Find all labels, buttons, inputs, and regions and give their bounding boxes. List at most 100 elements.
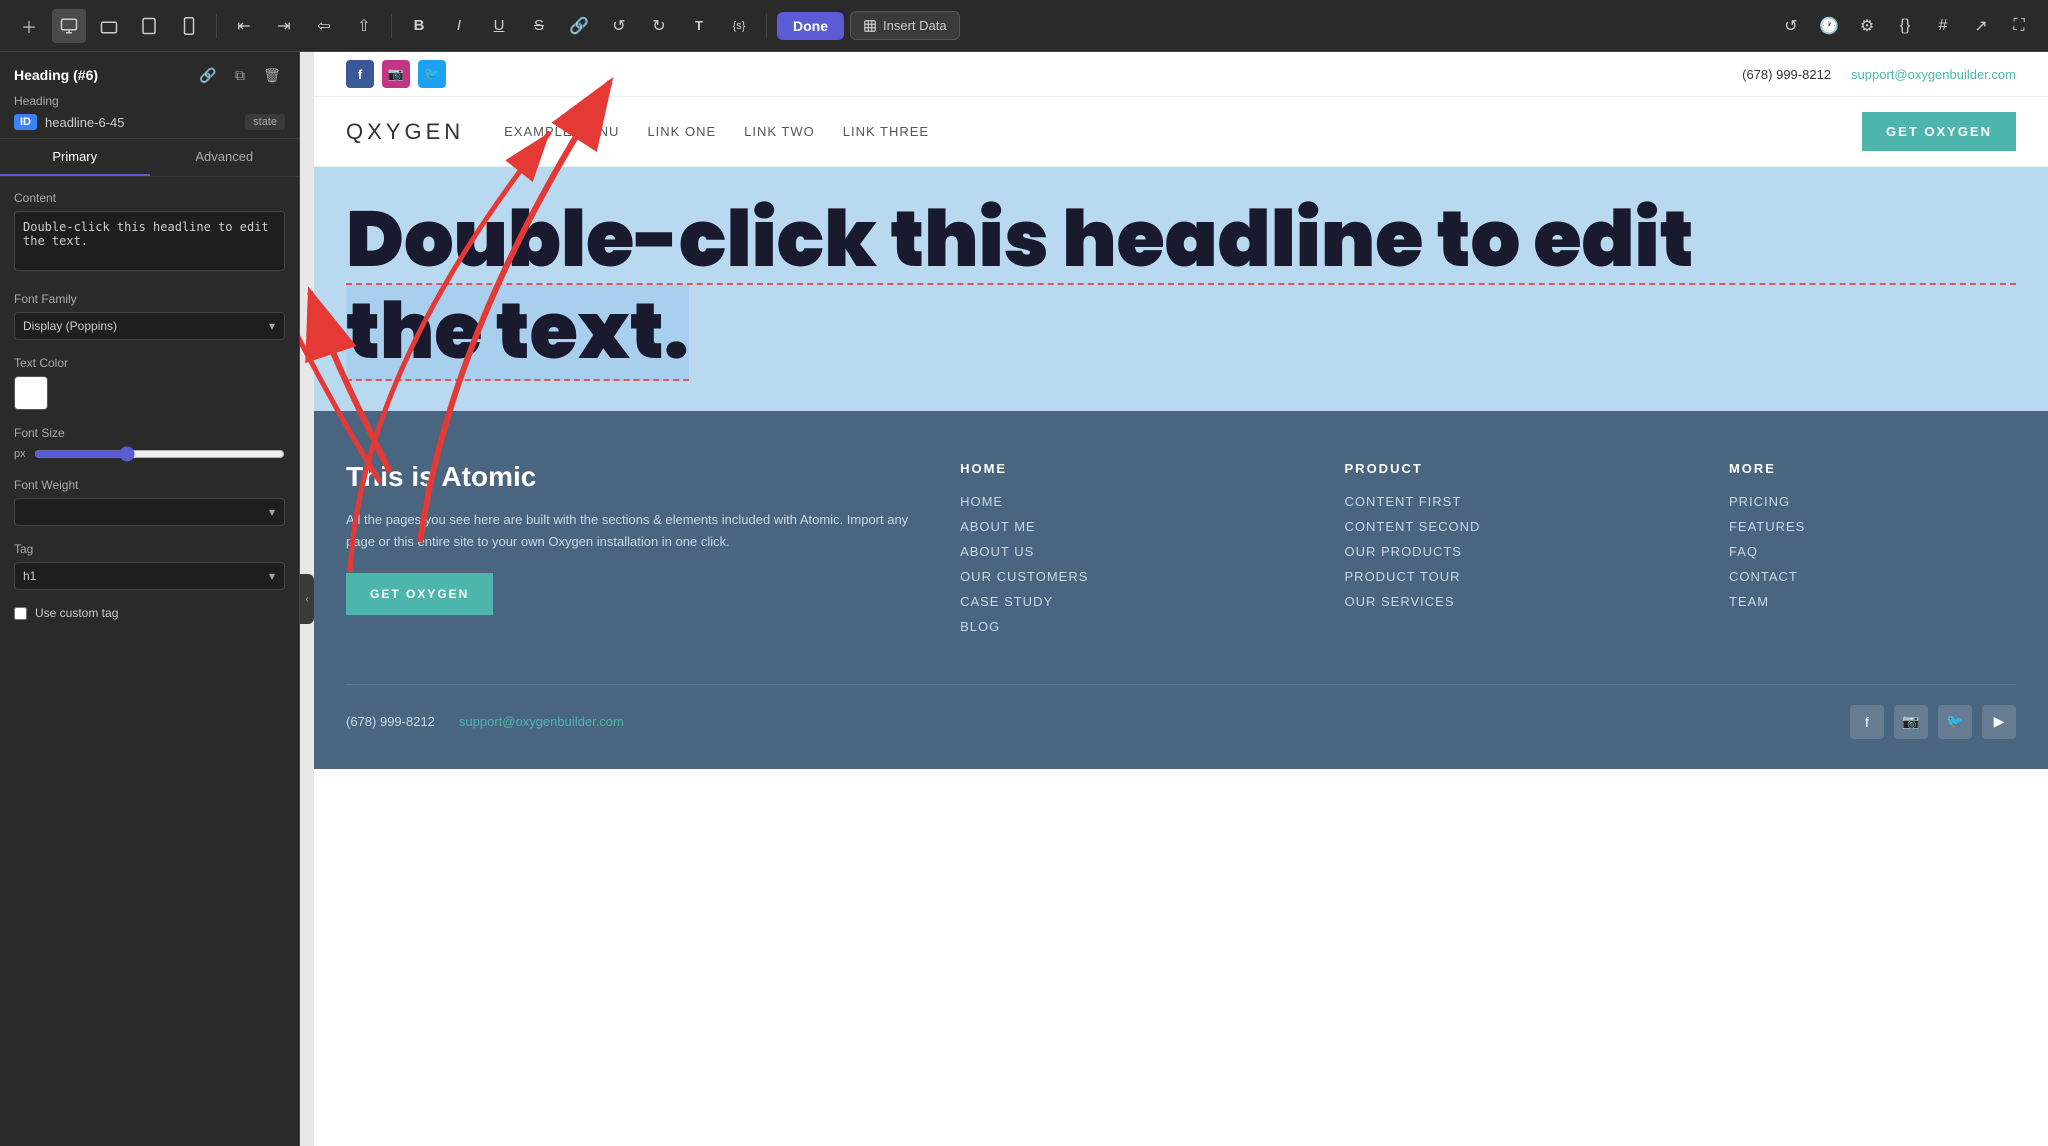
tablet-landscape-button[interactable] [92, 9, 126, 43]
main-headline[interactable]: Double-click this headline to edit the t… [346, 197, 2016, 381]
grid-button[interactable]: # [1926, 9, 1960, 43]
add-button[interactable]: ＋ [12, 9, 46, 43]
nav-link-two[interactable]: LINK TWO [744, 124, 815, 139]
id-badge: ID [14, 114, 37, 130]
custom-tag-checkbox[interactable] [14, 607, 27, 620]
facebook-icon[interactable]: f [346, 60, 374, 88]
main-layout: Heading (#6) 🔗 ⧉ 🗑 Heading ID headline-6… [0, 52, 2048, 1146]
nav-link-one[interactable]: LINK ONE [647, 124, 716, 139]
code-button[interactable]: {s} [722, 9, 756, 43]
nav-links: EXAMPLE MENU LINK ONE LINK TWO LINK THRE… [504, 124, 1862, 139]
topbar-phone: (678) 999-8212 [1742, 67, 1831, 82]
tab-primary[interactable]: Primary [0, 139, 150, 176]
tab-advanced[interactable]: Advanced [150, 139, 300, 176]
clock-button[interactable]: 🕐 [1812, 9, 1846, 43]
export-button[interactable]: ↗ [1964, 9, 1998, 43]
instagram-icon[interactable]: 📷 [382, 60, 410, 88]
panel-title: Heading (#6) [14, 67, 98, 83]
settings-button[interactable]: ⚙ [1850, 9, 1884, 43]
link-icon-btn[interactable]: 🔗 [195, 62, 221, 88]
text-color-group: Text Color [14, 356, 285, 410]
underline-button[interactable]: U [482, 9, 516, 43]
custom-tag-label: Use custom tag [35, 606, 118, 620]
footer-col1-title: HOME [960, 461, 1304, 476]
footer-link-faq[interactable]: FAQ [1729, 544, 2016, 559]
redo-button[interactable]: ↻ [642, 9, 676, 43]
footer-phone: (678) 999-8212 [346, 714, 435, 729]
website-preview: f 📷 🐦 (678) 999-8212 support@oxygenbuild… [314, 52, 2048, 1146]
footer-link-contact[interactable]: CONTACT [1729, 569, 2016, 584]
custom-tag-group: Use custom tag [14, 606, 285, 620]
typography-button[interactable]: T [682, 9, 716, 43]
align-center-button[interactable]: ⇥ [267, 9, 301, 43]
mobile-button[interactable] [172, 9, 206, 43]
footer-link-our-products[interactable]: OUR PRODUCTS [1345, 544, 1689, 559]
footer-link-customers[interactable]: OUR CUSTOMERS [960, 569, 1304, 584]
copy-icon-btn[interactable]: ⧉ [227, 62, 253, 88]
footer-link-about-us[interactable]: ABOUT US [960, 544, 1304, 559]
content-textarea[interactable]: Double-click this headline to edit the t… [14, 211, 285, 271]
footer-link-home[interactable]: HOME [960, 494, 1304, 509]
expand-button[interactable]: ⛶ [2002, 9, 2036, 43]
bold-button[interactable]: B [402, 9, 436, 43]
nav-link-example[interactable]: EXAMPLE MENU [504, 124, 619, 139]
canvas-area: ‹ f 📷 🐦 (678) 999-8212 support@oxygenbui… [300, 52, 2048, 1146]
font-weight-label: Font Weight [14, 478, 285, 492]
align-justify-button[interactable]: ⇧ [347, 9, 381, 43]
collapse-handle[interactable]: ‹ [300, 574, 314, 624]
footer-link-case-study[interactable]: CASE STUDY [960, 594, 1304, 609]
site-topbar: f 📷 🐦 (678) 999-8212 support@oxygenbuild… [314, 52, 2048, 97]
twitter-icon[interactable]: 🐦 [418, 60, 446, 88]
footer-link-blog[interactable]: BLOG [960, 619, 1304, 634]
undo-button[interactable]: ↺ [602, 9, 636, 43]
tag-select[interactable]: h1 [14, 562, 285, 590]
text-color-swatch[interactable] [14, 376, 48, 410]
footer-col-product: PRODUCT CONTENT FIRST CONTENT SECOND OUR… [1345, 461, 1689, 644]
insert-data-button[interactable]: Insert Data [850, 11, 960, 40]
footer-link-features[interactable]: FEATURES [1729, 519, 2016, 534]
strikethrough-button[interactable]: S [522, 9, 556, 43]
delete-icon-btn[interactable]: 🗑 [259, 62, 285, 88]
nav-link-three[interactable]: LINK THREE [843, 124, 929, 139]
history-button[interactable]: ↺ [1774, 9, 1808, 43]
link-button[interactable]: 🔗 [562, 9, 596, 43]
footer-youtube-icon[interactable]: ▶ [1982, 705, 2016, 739]
footer-cta-button[interactable]: GET OXYGEN [346, 573, 493, 615]
font-weight-select-wrapper [14, 498, 285, 526]
font-family-select[interactable]: Display (Poppins) [14, 312, 285, 340]
code-view-button[interactable]: {} [1888, 9, 1922, 43]
font-family-group: Font Family Display (Poppins) [14, 292, 285, 340]
panel-header: Heading (#6) 🔗 ⧉ 🗑 Heading ID headline-6… [0, 52, 299, 139]
nav-cta-button[interactable]: GET OXYGEN [1862, 112, 2016, 151]
state-button[interactable]: state [245, 114, 285, 130]
font-size-row: px [14, 446, 285, 462]
separator3 [766, 14, 767, 38]
footer-email: support@oxygenbuilder.com [459, 714, 624, 729]
footer-link-content-first[interactable]: CONTENT FIRST [1345, 494, 1689, 509]
footer-link-product-tour[interactable]: PRODUCT TOUR [1345, 569, 1689, 584]
id-badge-row: ID headline-6-45 state [14, 114, 285, 130]
font-size-slider[interactable] [34, 446, 285, 462]
footer-link-about-me[interactable]: ABOUT ME [960, 519, 1304, 534]
footer-link-content-second[interactable]: CONTENT SECOND [1345, 519, 1689, 534]
font-size-group: Font Size px [14, 426, 285, 462]
footer-instagram-icon[interactable]: 📷 [1894, 705, 1928, 739]
footer-social: f 📷 🐦 ▶ [1850, 705, 2016, 739]
footer-link-our-services[interactable]: OUR SERVICES [1345, 594, 1689, 609]
align-left-button[interactable]: ⇤ [227, 9, 261, 43]
panel-content: Content Double-click this headline to ed… [0, 177, 299, 1146]
done-button[interactable]: Done [777, 12, 844, 40]
align-right-button[interactable]: ⇦ [307, 9, 341, 43]
panel-title-icons: 🔗 ⧉ 🗑 [195, 62, 285, 88]
desktop-view-button[interactable] [52, 9, 86, 43]
tag-label: Tag [14, 542, 285, 556]
italic-button[interactable]: I [442, 9, 476, 43]
separator1 [216, 14, 217, 38]
tablet-portrait-button[interactable] [132, 9, 166, 43]
font-size-label: Font Size [14, 426, 285, 440]
footer-facebook-icon[interactable]: f [1850, 705, 1884, 739]
footer-link-team[interactable]: TEAM [1729, 594, 2016, 609]
footer-twitter-icon[interactable]: 🐦 [1938, 705, 1972, 739]
footer-link-pricing[interactable]: PRICING [1729, 494, 2016, 509]
font-weight-select[interactable] [14, 498, 285, 526]
